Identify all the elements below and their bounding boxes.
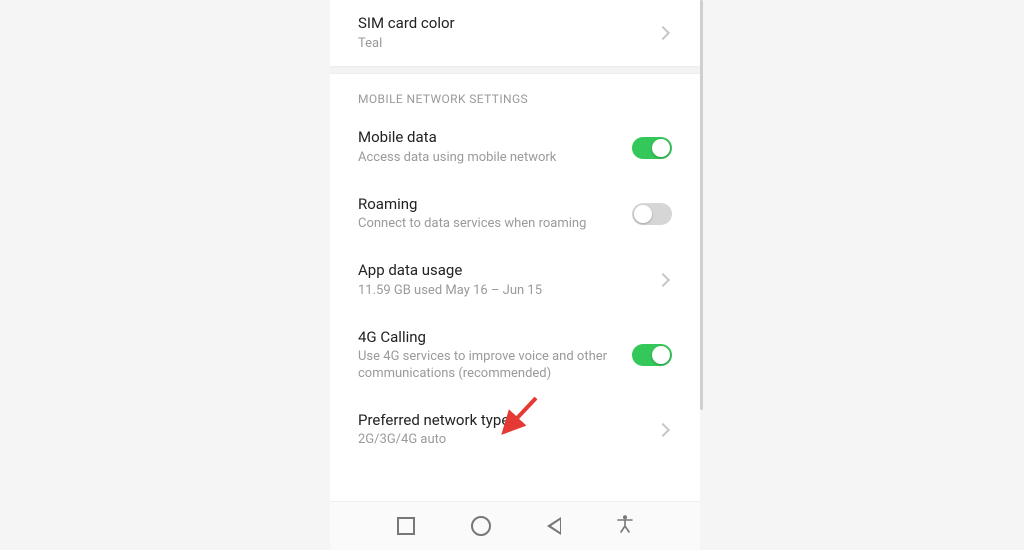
roaming-toggle[interactable] — [632, 203, 672, 225]
section-divider — [330, 66, 700, 74]
mobile-data-toggle[interactable] — [632, 137, 672, 159]
4g-calling-title: 4G Calling — [358, 328, 632, 348]
row-mobile-data[interactable]: Mobile data Access data using mobile net… — [330, 114, 700, 180]
settings-screen: SIM card color Teal MOBILE NETWORK SETTI… — [330, 0, 700, 550]
4g-calling-sub: Use 4G services to improve voice and oth… — [358, 349, 632, 383]
home-icon[interactable] — [471, 516, 491, 536]
chevron-right-icon — [656, 423, 670, 437]
row-4g-calling[interactable]: 4G Calling Use 4G services to improve vo… — [330, 314, 700, 397]
back-icon[interactable] — [547, 517, 561, 535]
sim-color-value: Teal — [358, 36, 658, 53]
preferred-sub: 2G/3G/4G auto — [358, 432, 658, 449]
mobile-data-title: Mobile data — [358, 128, 632, 148]
android-navbar — [330, 501, 700, 550]
mobile-data-sub: Access data using mobile network — [358, 150, 632, 167]
chevron-right-icon — [656, 26, 670, 40]
row-app-data-usage[interactable]: App data usage 11.59 GB used May 16 – Ju… — [330, 247, 700, 313]
roaming-title: Roaming — [358, 195, 632, 215]
row-roaming[interactable]: Roaming Connect to data services when ro… — [330, 181, 700, 247]
4g-calling-toggle[interactable] — [632, 344, 672, 366]
row-sim-card-color[interactable]: SIM card color Teal — [330, 0, 700, 66]
scrollbar[interactable] — [700, 0, 703, 410]
app-data-sub: 11.59 GB used May 16 – Jun 15 — [358, 283, 658, 300]
recent-apps-icon[interactable] — [397, 517, 415, 535]
row-preferred-network-type[interactable]: Preferred network type 2G/3G/4G auto — [330, 397, 700, 463]
chevron-right-icon — [656, 273, 670, 287]
accessibility-icon[interactable] — [617, 515, 633, 538]
section-header: MOBILE NETWORK SETTINGS — [330, 74, 700, 114]
roaming-sub: Connect to data services when roaming — [358, 216, 632, 233]
sim-color-title: SIM card color — [358, 14, 658, 34]
app-data-title: App data usage — [358, 261, 658, 281]
preferred-title: Preferred network type — [358, 411, 658, 431]
